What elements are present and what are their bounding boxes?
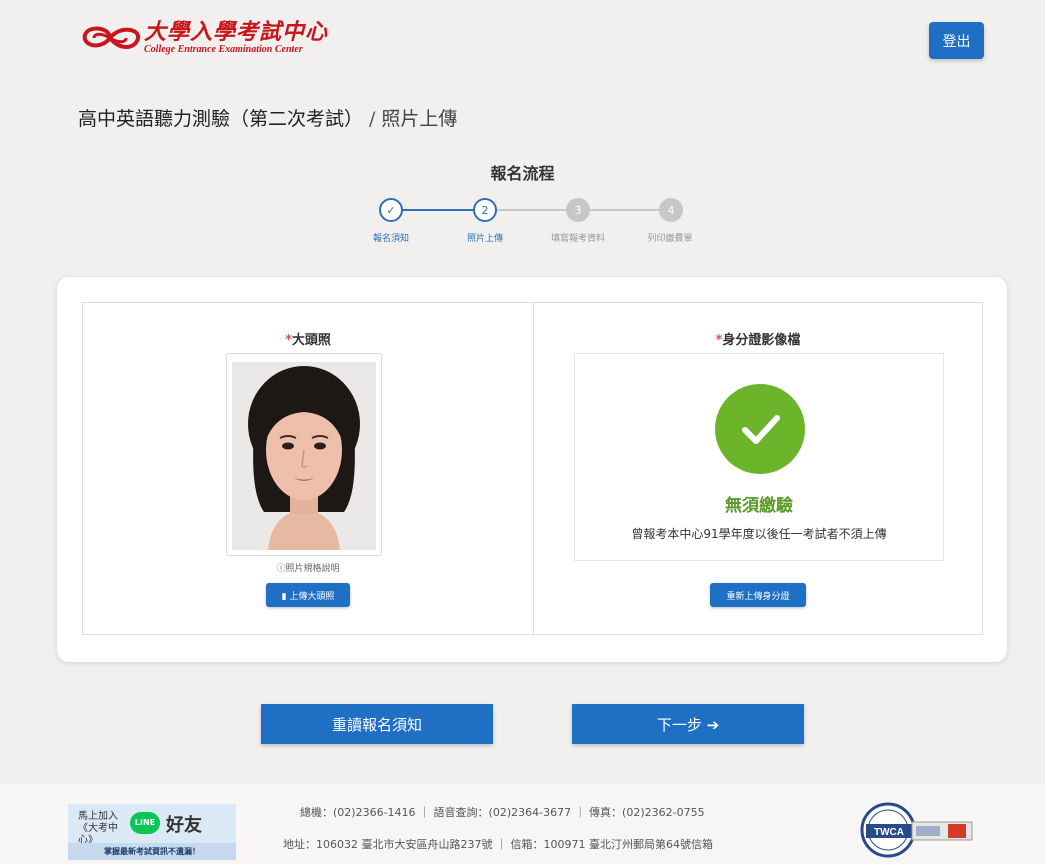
upload-photo-label: 上傳大頭照 <box>289 591 335 602</box>
id-status-box: 無須繳驗 曾報考本中心91學年度以後任一考試者不須上傳 <box>574 353 944 561</box>
next-step-button[interactable]: 下一步 ➔ <box>572 704 804 744</box>
line-icon: LINE <box>130 812 160 834</box>
title-separator: / <box>369 108 376 130</box>
twca-text: TWCA <box>874 827 904 838</box>
photo-panel-title: *大頭照 <box>83 329 533 348</box>
step-2-label: 照片上傳 <box>466 234 503 244</box>
ceec-logo-icon <box>82 26 141 49</box>
step-4-circle: 4 <box>659 198 683 222</box>
step-3-circle: 3 <box>566 198 590 222</box>
line-join-text: 馬上加入《大考中心》 <box>78 811 118 846</box>
exempt-description: 曾報考本中心91學年度以後任一考試者不須上傳 <box>631 527 887 541</box>
step-4-label: 列印繳費單 <box>647 234 693 244</box>
logout-button[interactable]: 登出 <box>929 22 984 59</box>
id-title-text: 身分證影像檔 <box>722 333 801 348</box>
line-friend-text: 好友 <box>166 815 202 836</box>
footer: 馬上加入《大考中心》 LINE 好友 掌握最新考試資訊不遺漏！ 總機：(02)2… <box>0 784 1045 864</box>
headshot-photo <box>232 362 376 550</box>
step-1-check-icon: ✓ <box>379 198 403 222</box>
logo-title-zh: 大學入學考試中心 <box>144 19 329 45</box>
success-check-icon <box>715 384 805 474</box>
steps-title: 報名流程 <box>490 164 555 183</box>
id-panel-title: *身分證影像檔 <box>534 329 982 348</box>
step-2-circle: 2 <box>473 198 497 222</box>
required-mark: * <box>285 333 292 348</box>
logo-title-en: College Entrance Examination Center <box>144 44 303 55</box>
step-3-label: 填寫報考資料 <box>550 234 605 244</box>
photo-title-text: 大頭照 <box>291 333 331 348</box>
file-icon: ▮ <box>281 591 287 602</box>
exempt-title: 無須繳驗 <box>725 496 793 516</box>
step-connector-3 <box>589 209 661 211</box>
address-info: 地址：106032 臺北市大安區舟山路237號 ｜ 信箱：100971 臺北汀州… <box>283 838 713 851</box>
photo-frame <box>226 353 382 556</box>
reupload-id-button[interactable]: 重新上傳身分證 <box>710 583 806 607</box>
page-subtitle: 照片上傳 <box>381 108 458 130</box>
ceec-logo[interactable]: 大學入學考試中心 College Entrance Examination Ce… <box>80 20 328 55</box>
line-slogan: 掌握最新考試資訊不遺漏！ <box>68 843 236 860</box>
step-connector-2 <box>496 209 568 211</box>
headshot-image <box>232 362 376 550</box>
step-connector-1 <box>395 209 475 211</box>
upload-photo-button[interactable]: ▮ 上傳大頭照 <box>266 583 350 607</box>
photo-panel: *大頭照 ⓘ照片規格說明 ▮ 上傳大頭照 <box>82 302 534 635</box>
line-friend-banner[interactable]: 馬上加入《大考中心》 LINE 好友 掌握最新考試資訊不遺漏！ <box>68 804 236 860</box>
contact-info: 總機：(02)2366-1416 ｜ 語音查詢：(02)2364-3677 ｜ … <box>300 806 705 819</box>
photo-spec-link[interactable]: ⓘ照片規格說明 <box>83 561 533 574</box>
twca-secured-icon: TWCA <box>860 802 973 858</box>
header: 大學入學考試中心 College Entrance Examination Ce… <box>0 0 1045 80</box>
twca-seal[interactable]: TWCA <box>860 802 980 858</box>
registration-steps: ✓ 2 3 4 報名須知 照片上傳 填寫報考資料 列印繳費單 <box>365 195 705 255</box>
id-panel: *身分證影像檔 無須繳驗 曾報考本中心91學年度以後任一考試者不須上傳 重新上傳… <box>533 302 983 635</box>
step-1-label: 報名須知 <box>372 234 409 244</box>
reread-notice-button[interactable]: 重讀報名須知 <box>261 704 493 744</box>
exam-title: 高中英語聽力測驗（第二次考試） <box>78 108 364 130</box>
page-title: 高中英語聽力測驗（第二次考試） / 照片上傳 <box>78 104 457 131</box>
upload-card: *大頭照 ⓘ照片規格說明 ▮ 上傳大頭照 *身分證影像檔 無須繳驗 曾報考本中心… <box>57 277 1007 662</box>
